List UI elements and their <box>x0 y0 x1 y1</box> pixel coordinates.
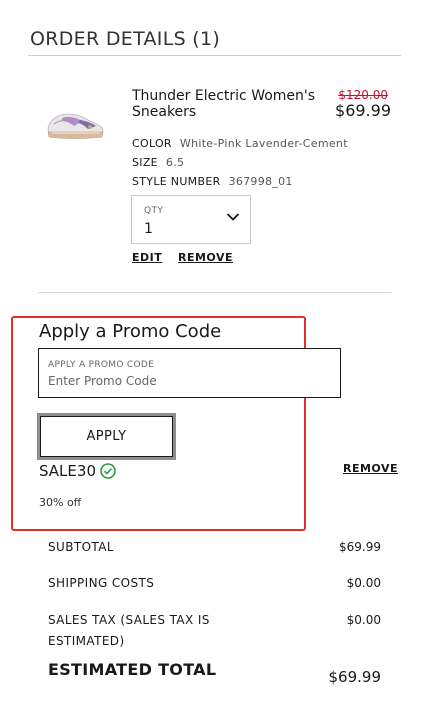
sales-tax-label: SALES TAX (SALES TAX IS <box>48 613 210 627</box>
check-circle-icon <box>100 463 116 479</box>
quantity-select[interactable]: QTY 1 <box>131 195 251 244</box>
estimated-total-label: ESTIMATED TOTAL <box>48 660 217 679</box>
sale-price: $69.99 <box>335 101 391 120</box>
quantity-value: 1 <box>144 221 153 237</box>
promo-heading: Apply a Promo Code <box>39 321 222 342</box>
size-value: 6.5 <box>165 156 185 169</box>
color-attribute: COLOR White-Pink Lavender-Cement <box>132 137 348 150</box>
style-number-value: 367998_01 <box>228 175 293 188</box>
section-divider <box>38 292 391 293</box>
color-label: COLOR <box>132 137 172 150</box>
product-name[interactable]: Thunder Electric Women's Sneakers <box>132 88 322 120</box>
edit-item-link[interactable]: EDIT <box>132 251 162 264</box>
size-label: SIZE <box>132 156 158 169</box>
quantity-label: QTY <box>144 206 164 216</box>
promo-description: 30% off <box>39 496 82 509</box>
style-number-label: STYLE NUMBER <box>132 175 221 188</box>
promo-code-input[interactable] <box>48 374 328 388</box>
subtotal-value: $69.99 <box>339 540 381 554</box>
sales-tax-value: $0.00 <box>346 613 381 627</box>
promo-code-field[interactable]: APPLY A PROMO CODE <box>38 348 341 398</box>
applied-promo-code: SALE30 <box>39 462 116 480</box>
product-image[interactable] <box>44 106 106 140</box>
remove-promo-link[interactable]: REMOVE <box>343 462 398 475</box>
original-price: $120.00 <box>338 88 388 102</box>
style-number-attribute: STYLE NUMBER 367998_01 <box>132 175 293 188</box>
subtotal-label: SUBTOTAL <box>48 540 114 554</box>
estimated-total-value: $69.99 <box>328 668 382 686</box>
chevron-down-icon <box>226 213 240 221</box>
apply-promo-button[interactable]: APPLY <box>37 413 176 460</box>
size-attribute: SIZE 6.5 <box>132 156 184 169</box>
sales-tax-label-line2: ESTIMATED) <box>48 634 125 648</box>
title-divider <box>28 55 401 56</box>
shipping-value: $0.00 <box>346 576 381 590</box>
promo-field-label: APPLY A PROMO CODE <box>48 360 155 370</box>
remove-item-link[interactable]: REMOVE <box>178 251 233 264</box>
applied-code-text: SALE30 <box>39 462 96 480</box>
shipping-label: SHIPPING COSTS <box>48 576 155 590</box>
order-details-title: ORDER DETAILS (1) <box>30 28 221 50</box>
color-value: White-Pink Lavender-Cement <box>179 137 348 150</box>
